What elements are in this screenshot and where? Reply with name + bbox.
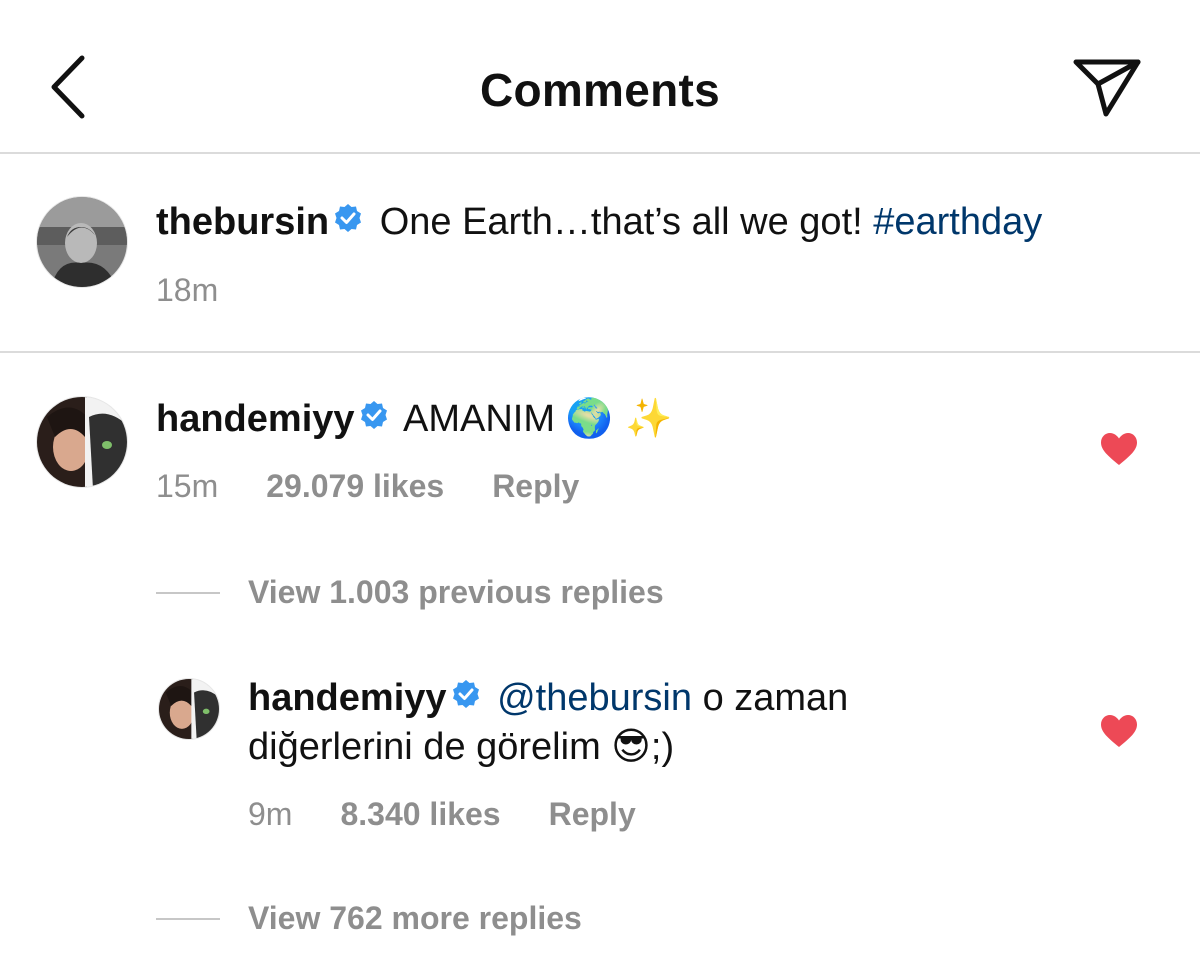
avatar[interactable] xyxy=(36,396,128,488)
post-caption: thebursin One Earth…that’s all we got! #… xyxy=(0,154,1200,353)
mention-link[interactable]: @thebursin xyxy=(497,677,692,719)
reply-time: 9m xyxy=(248,796,293,832)
heart-filled-icon xyxy=(1101,715,1137,747)
avatar[interactable] xyxy=(36,196,128,288)
globe-sparkles-emoji: 🌍 ✨ xyxy=(565,396,673,440)
view-more-replies-button[interactable]: View 762 more replies xyxy=(156,900,582,937)
sunglasses-emoji: 😎 xyxy=(611,724,651,768)
caption-text-line: thebursin One Earth…that’s all we got! #… xyxy=(156,198,1042,248)
caption-meta: 18m xyxy=(156,272,266,309)
reply-button[interactable]: Reply xyxy=(549,796,636,832)
paper-plane-icon xyxy=(1073,59,1141,117)
heart-filled-icon xyxy=(1101,433,1137,465)
reply-text-line-1: handemiyy @thebursin o zaman xyxy=(248,674,848,724)
view-previous-replies-button[interactable]: View 1.003 previous replies xyxy=(156,574,664,611)
avatar[interactable] xyxy=(158,678,220,740)
comment-meta: 15m 29.079 likes Reply xyxy=(156,468,627,505)
caption-time: 18m xyxy=(156,272,219,308)
share-button[interactable] xyxy=(1068,56,1148,120)
reply-body-line-2: diğerlerini de görelim xyxy=(248,726,601,768)
likes-count[interactable]: 8.340 likes xyxy=(340,796,500,832)
comment-text-line: handemiyy AMANIM 🌍 ✨ xyxy=(156,394,672,445)
like-button[interactable] xyxy=(1100,714,1138,753)
caption-username[interactable]: thebursin xyxy=(156,201,329,243)
comment-body: AMANIM xyxy=(403,398,555,440)
view-more-replies-label: View 762 more replies xyxy=(248,900,582,936)
reply-body-line-1: o zaman xyxy=(702,677,849,719)
reply-button[interactable]: Reply xyxy=(492,468,579,504)
reply-username[interactable]: handemiyy xyxy=(248,677,447,719)
reply-meta: 9m 8.340 likes Reply xyxy=(248,796,684,833)
page-title: Comments xyxy=(479,64,721,116)
view-previous-replies-label: View 1.003 previous replies xyxy=(248,574,664,610)
comment-time: 15m xyxy=(156,468,219,504)
verified-badge-icon xyxy=(451,673,481,721)
caption-body: One Earth…that’s all we got! xyxy=(379,201,863,243)
profile-photo-handemiyy xyxy=(37,397,127,487)
reply-suffix: ;) xyxy=(650,726,675,768)
likes-count[interactable]: 29.079 likes xyxy=(266,468,444,504)
profile-photo-thebursin xyxy=(37,197,127,287)
verified-badge-icon xyxy=(333,197,363,245)
profile-photo-handemiyy xyxy=(159,679,219,739)
replies-divider-line xyxy=(156,917,220,920)
comment-username[interactable]: handemiyy xyxy=(156,398,355,440)
header-bar: Comments xyxy=(0,0,1200,154)
hashtag-link[interactable]: #earthday xyxy=(873,201,1042,243)
replies-divider-line xyxy=(156,591,220,594)
reply-text-line-2: diğerlerini de görelim 😎;) xyxy=(248,722,674,771)
verified-badge-icon xyxy=(359,394,389,442)
like-button[interactable] xyxy=(1100,432,1138,471)
